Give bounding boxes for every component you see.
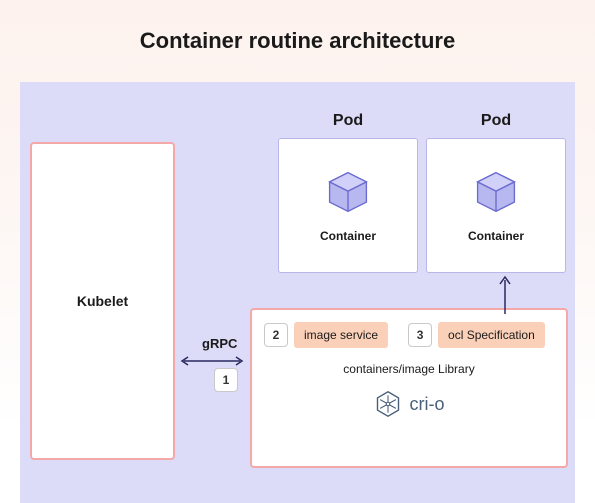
crio-label: cri-o	[410, 394, 445, 415]
ocl-spec-chip: ocl Specification	[438, 322, 545, 348]
image-service-chip: image service	[294, 322, 388, 348]
kubelet-label: Kubelet	[77, 293, 128, 309]
diagram-title: Container routine architecture	[0, 0, 595, 76]
crio-box: 2 image service 3 ocl Specification cont…	[250, 308, 568, 468]
container2-label: Container	[468, 229, 524, 243]
cube-icon	[473, 169, 519, 215]
crio-hexagon-icon	[374, 390, 402, 418]
pod2-label: Pod	[426, 112, 566, 130]
library-text: containers/image Library	[264, 362, 554, 376]
container1-label: Container	[320, 229, 376, 243]
grpc-label: gRPC	[202, 336, 237, 351]
pod2-box: Container	[426, 138, 566, 273]
badge-1: 1	[214, 368, 238, 392]
pod1-box: Container	[278, 138, 418, 273]
grpc-arrow-icon	[178, 354, 246, 368]
crio-services-row: 2 image service 3 ocl Specification	[264, 322, 554, 348]
badge-3: 3	[408, 323, 432, 347]
cube-icon	[325, 169, 371, 215]
pod1-label: Pod	[278, 112, 418, 130]
crio-logo: cri-o	[264, 390, 554, 418]
spec-to-container-arrow-icon	[490, 272, 520, 316]
badge-2: 2	[264, 323, 288, 347]
kubelet-box: Kubelet	[30, 142, 175, 460]
diagram-canvas: Kubelet Pod Pod Container Container 2 im…	[20, 82, 575, 503]
